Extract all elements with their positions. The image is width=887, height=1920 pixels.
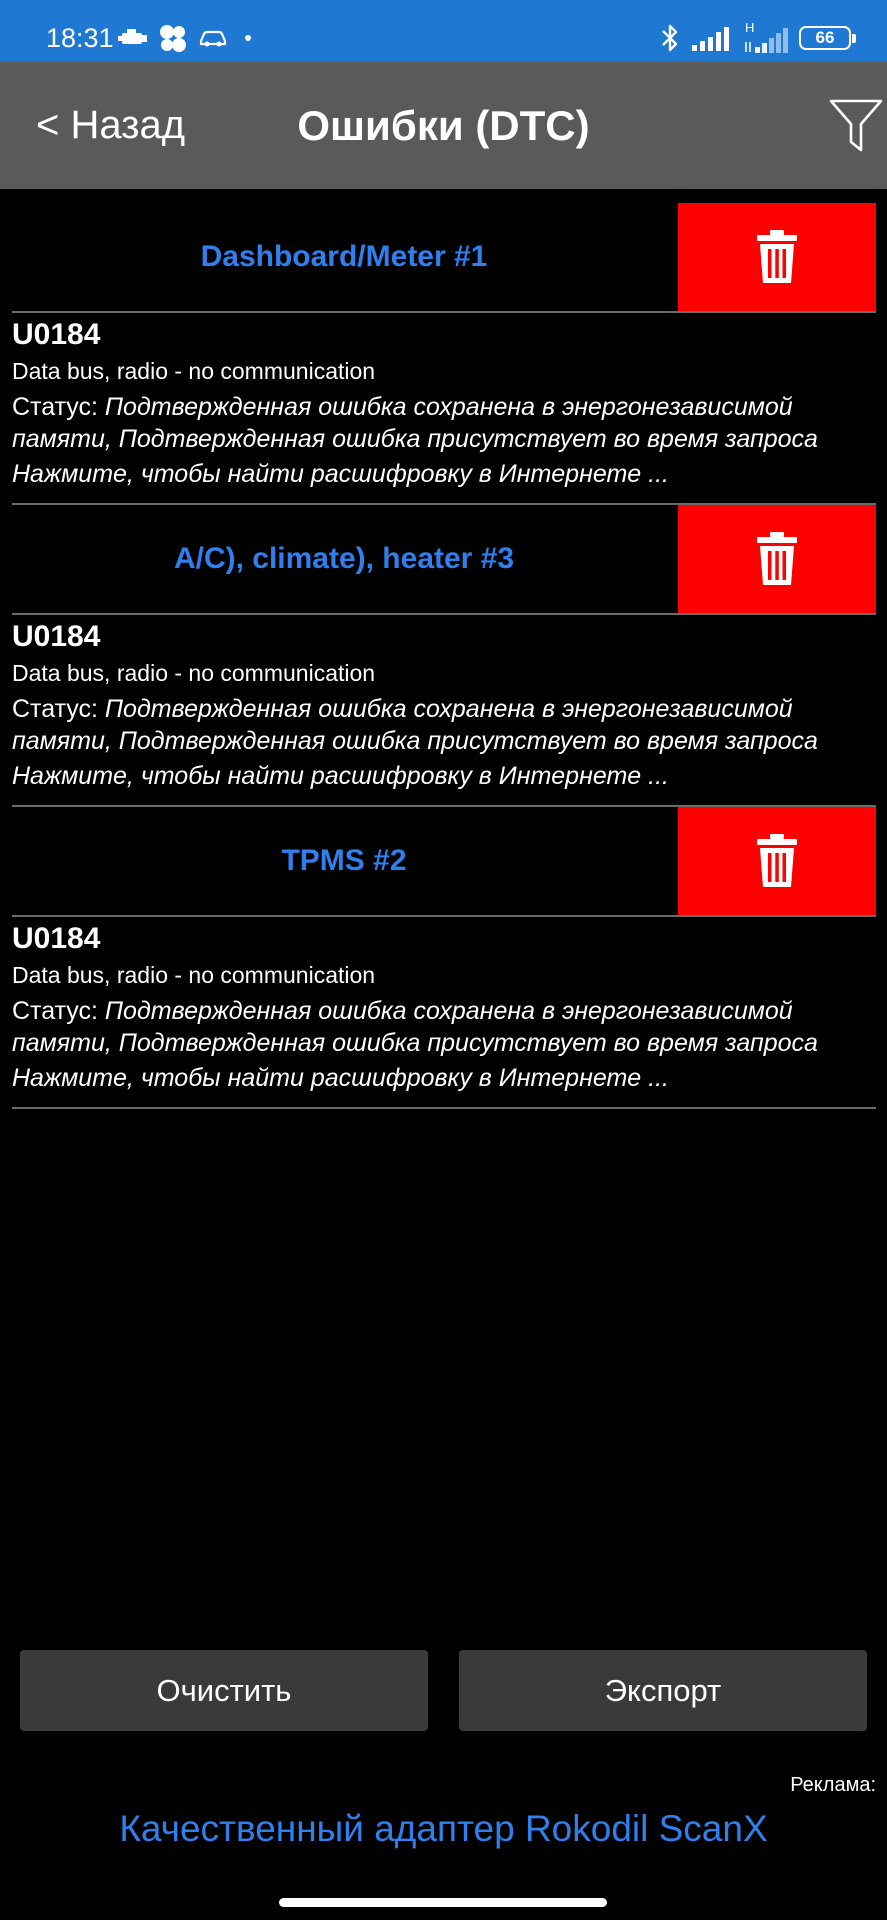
ad-link[interactable]: Качественный адаптер Rokodil ScanX [0, 1808, 887, 1850]
dtc-status-prefix: Статус: [12, 393, 105, 421]
engine-icon [118, 29, 147, 44]
ad-label: Реклама: [790, 1774, 876, 1796]
ecu-group-header: TPMS #2 [12, 807, 876, 915]
ecu-group-title[interactable]: Dashboard/Meter #1 [12, 203, 676, 311]
dtc-search-hint[interactable]: Нажмите, чтобы найти расшифровку в Интер… [12, 1062, 876, 1094]
dtc-entry[interactable]: U0184 Data bus, radio - no communication… [12, 317, 876, 490]
dtc-search-hint[interactable]: Нажмите, чтобы найти расшифровку в Интер… [12, 458, 876, 490]
signal-icon [692, 27, 729, 51]
back-button[interactable]: < Назад [36, 62, 185, 189]
dtc-status-prefix: Статус: [12, 997, 105, 1025]
ecu-group-header: A/C), climate), heater #3 [12, 505, 876, 613]
status-bar: 18:31 H 66 [0, 0, 887, 62]
dtc-status: Статус: Подтвержденная ошибка сохранена … [12, 391, 876, 455]
delete-button[interactable] [678, 505, 876, 613]
dtc-entry[interactable]: U0184 Data bus, radio - no communication… [12, 619, 876, 792]
dtc-description: Data bus, radio - no communication [12, 660, 376, 686]
dtc-status: Статус: Подтвержденная ошибка сохранена … [12, 995, 876, 1059]
export-button[interactable]: Экспорт [459, 1650, 867, 1731]
dtc-status-text: Подтвержденная ошибка сохранена в энерго… [12, 997, 818, 1057]
divider [12, 311, 876, 313]
bluetooth-icon [662, 24, 678, 52]
cluster-icon [160, 25, 186, 52]
trash-icon [757, 230, 797, 283]
dtc-entry[interactable]: U0184 Data bus, radio - no communication… [12, 921, 876, 1094]
dtc-status-text: Подтвержденная ошибка сохранена в энерго… [12, 695, 818, 755]
dtc-description: Data bus, radio - no communication [12, 358, 376, 384]
dtc-status-text: Подтвержденная ошибка сохранена в энерго… [12, 393, 818, 453]
divider [12, 915, 876, 917]
dtc-status: Статус: Подтвержденная ошибка сохранена … [12, 693, 876, 757]
status-time: 18:31 [46, 23, 114, 53]
filter-icon[interactable] [829, 98, 883, 154]
ecu-group-title[interactable]: A/C), climate), heater #3 [12, 505, 676, 613]
car-icon [199, 30, 227, 47]
app-bar: Ошибки (DTC) < Назад [0, 62, 887, 189]
delete-button[interactable] [678, 807, 876, 915]
divider [12, 613, 876, 615]
ecu-group-header: Dashboard/Meter #1 [12, 203, 876, 311]
dtc-code: U0184 [12, 620, 101, 653]
battery-icon: 66 [799, 26, 856, 50]
status-left-icons [118, 22, 258, 54]
ecu-group-title[interactable]: TPMS #2 [12, 807, 676, 915]
dot-icon [245, 35, 251, 41]
dtc-search-hint[interactable]: Нажмите, чтобы найти расшифровку в Интер… [12, 760, 876, 792]
trash-icon [757, 834, 797, 887]
battery-level: 66 [815, 28, 835, 47]
clear-button[interactable]: Очистить [20, 1650, 428, 1731]
dtc-description: Data bus, radio - no communication [12, 962, 376, 988]
status-right-icons: H 66 [659, 18, 856, 58]
delete-button[interactable] [678, 203, 876, 311]
dtc-code: U0184 [12, 922, 101, 955]
trash-icon [757, 532, 797, 585]
dtc-code: U0184 [12, 318, 101, 351]
dtc-status-prefix: Статус: [12, 695, 105, 723]
home-indicator[interactable] [279, 1898, 607, 1907]
divider [12, 1107, 876, 1109]
signal-h-icon: H [743, 20, 789, 54]
